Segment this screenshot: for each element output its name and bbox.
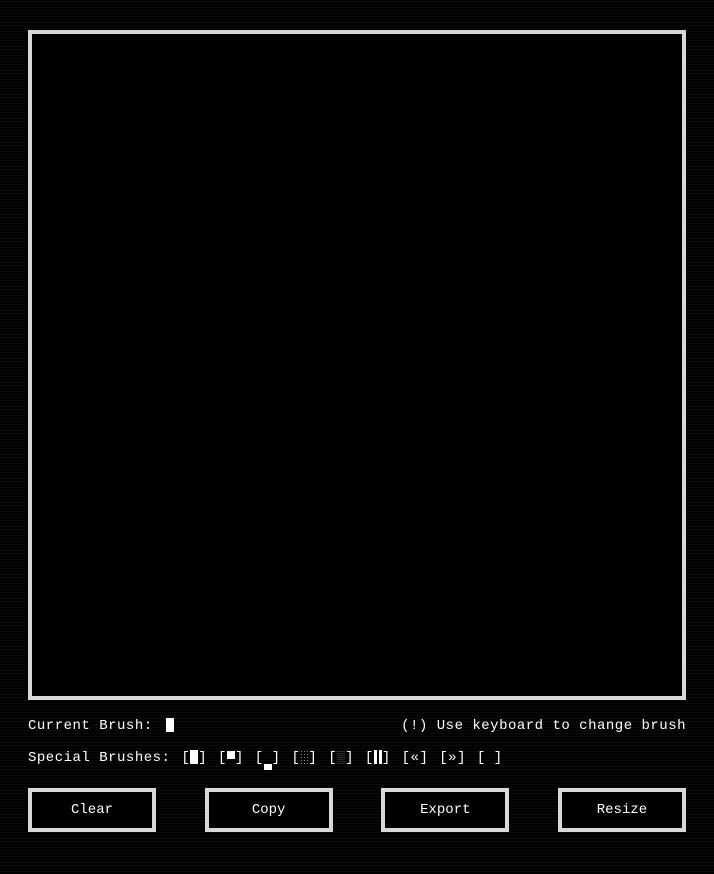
resize-button[interactable]: Resize	[558, 788, 686, 832]
brush-glyph	[264, 764, 272, 770]
copy-button[interactable]: Copy	[205, 788, 333, 832]
current-brush-label: Current Brush:	[28, 718, 153, 734]
brush-info-row: Current Brush: (!) Use keyboard to chang…	[28, 718, 686, 734]
export-button[interactable]: Export	[381, 788, 509, 832]
brush-option-7[interactable]: [»]	[439, 750, 466, 766]
special-brushes-row: Special Brushes: [] [] [] [] [] [] [«] […	[28, 750, 686, 766]
brush-option-2[interactable]: []	[255, 750, 281, 766]
button-row: Clear Copy Export Resize	[28, 788, 686, 832]
brush-option-5[interactable]: []	[365, 750, 391, 766]
brush-hint: (!) Use keyboard to change brush	[401, 718, 686, 734]
brush-option-0[interactable]: []	[181, 750, 207, 766]
current-brush-glyph	[166, 718, 174, 732]
brush-glyph	[337, 750, 345, 764]
brush-glyph	[227, 751, 235, 759]
brush-option-4[interactable]: []	[328, 750, 354, 766]
brush-glyph	[486, 750, 494, 764]
brush-option-8[interactable]: []	[477, 750, 503, 766]
clear-button[interactable]: Clear	[28, 788, 156, 832]
special-brushes-label: Special Brushes:	[28, 750, 170, 766]
brush-options-container: [] [] [] [] [] [] [«] [»] []	[179, 750, 502, 766]
brush-option-3[interactable]: []	[291, 750, 317, 766]
brush-option-1[interactable]: []	[218, 750, 244, 766]
drawing-canvas[interactable]	[28, 30, 686, 700]
brush-glyph	[374, 750, 382, 764]
current-brush-section: Current Brush:	[28, 718, 174, 734]
app-container: Current Brush: (!) Use keyboard to chang…	[0, 0, 714, 862]
brush-option-6[interactable]: [«]	[402, 750, 429, 766]
brush-glyph: »	[448, 750, 457, 766]
